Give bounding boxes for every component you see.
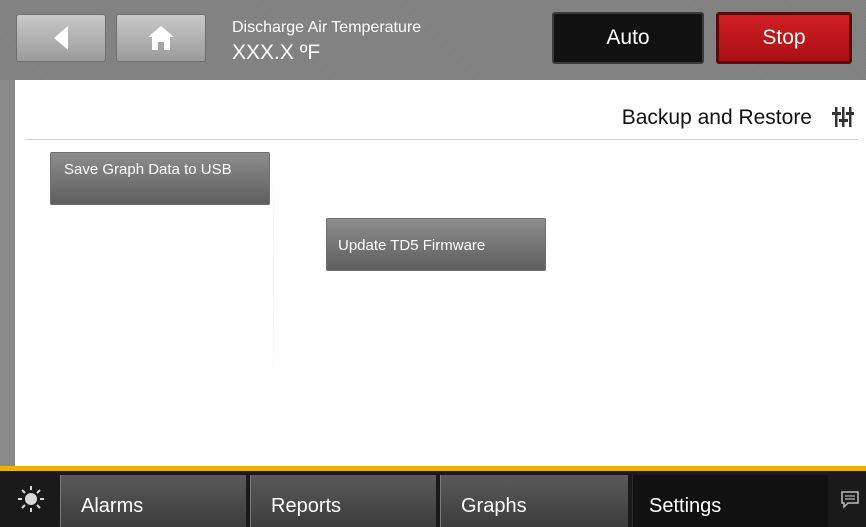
back-arrow-icon (54, 26, 68, 50)
home-icon (148, 26, 174, 50)
settings-sliders-icon (832, 107, 854, 127)
tab-alarms[interactable]: Alarms (60, 475, 246, 527)
brightness-icon[interactable] (16, 484, 46, 514)
column-separator (273, 146, 274, 406)
save-graph-data-button[interactable]: Save Graph Data to USB (50, 152, 270, 205)
home-button[interactable] (116, 14, 206, 62)
back-button[interactable] (16, 14, 106, 62)
auto-button[interactable]: Auto (552, 12, 704, 64)
header-bar: Discharge Air Temperature XXX.X ºF Auto … (0, 0, 866, 80)
tab-settings[interactable]: Settings (632, 475, 828, 527)
stop-button[interactable]: Stop (716, 12, 852, 64)
tab-reports[interactable]: Reports (250, 475, 436, 527)
update-firmware-button[interactable]: Update TD5 Firmware (326, 218, 546, 271)
title-divider (25, 139, 858, 140)
temperature-label: Discharge Air Temperature (232, 19, 422, 36)
footer-tab-bar: Alarms Reports Graphs Settings (0, 471, 866, 527)
page-title: Backup and Restore (621, 106, 812, 129)
tab-graphs[interactable]: Graphs (440, 475, 628, 527)
message-icon[interactable] (840, 491, 860, 509)
main-panel: Backup and Restore Save Graph Data to US… (15, 80, 866, 466)
temperature-value: XXX.X ºF (232, 41, 321, 64)
